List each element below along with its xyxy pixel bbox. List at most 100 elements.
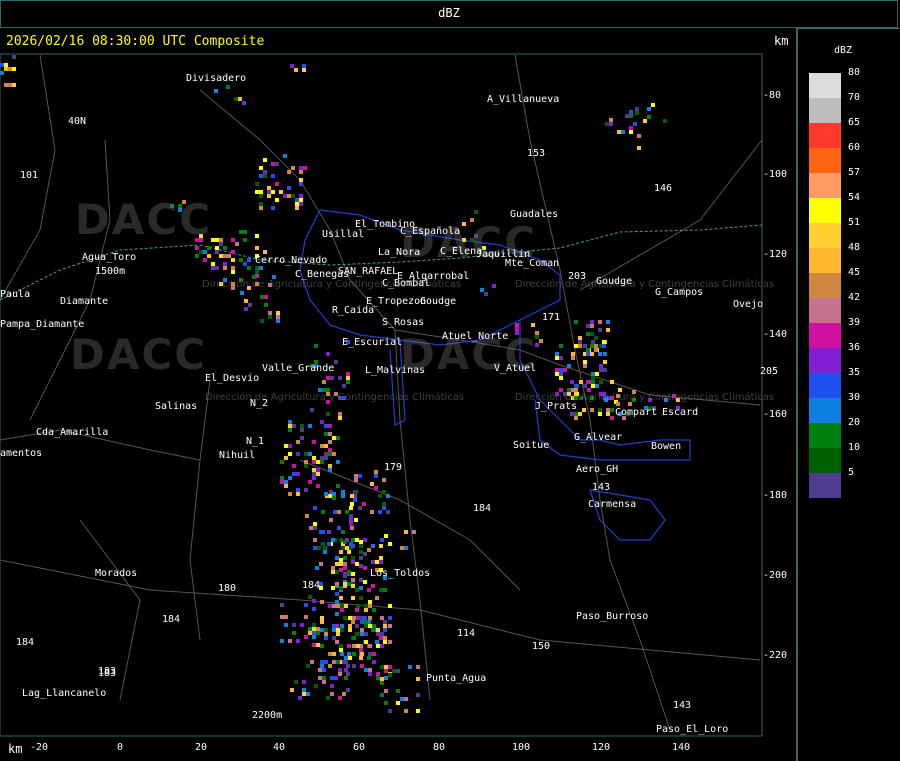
echo-cell [374,474,378,478]
echo-cell [330,376,334,380]
echo-cell [351,578,355,582]
echo-cell [364,668,368,672]
echo-cell [605,122,609,126]
y-axis-tick-label: -120 [763,249,788,260]
echo-cell [336,460,340,464]
echo-cell [363,566,367,570]
legend-swatch [809,273,841,298]
echo-cell [359,556,363,560]
echo-cell [316,643,320,647]
echo-cell [368,668,372,672]
echo-cell [586,332,590,336]
echo-cell [295,198,299,202]
echo-cell [322,668,326,672]
echo-cell [314,684,318,688]
legend-swatch [809,398,841,423]
echo-cell [355,588,359,592]
echo-cell [243,238,247,242]
echo-cell [280,476,284,480]
echo-cell [343,616,347,620]
echo-cell [243,262,247,266]
echo-cell [354,474,358,478]
echo-cell [294,68,298,72]
legend-swatch [809,248,841,273]
echo-cell [567,364,571,368]
echo-cell [312,635,316,639]
road-line [579,139,763,291]
echo-cell [590,408,594,412]
echo-cell [384,534,388,538]
echo-cell [570,412,574,416]
echo-cell [364,620,368,624]
place-label: C_Española [400,226,461,237]
echo-cell [255,190,259,194]
echo-cell [287,170,291,174]
place-label: 1500m [95,266,126,277]
echo-cell [244,307,248,311]
echo-cell [308,424,312,428]
echo-cell [302,692,306,696]
echo-cell [320,600,324,604]
echo-cell [353,498,357,502]
echo-cell [586,352,590,356]
echo-cell [339,558,343,562]
echo-cell [12,83,16,87]
echo-cell [364,640,368,644]
echo-cell [299,170,303,174]
echo-cell [345,510,349,514]
echo-cell [380,632,384,636]
echo-cell [359,578,363,582]
echo-cell [326,696,330,700]
echo-cell [625,114,629,118]
echo-cell [332,628,336,632]
echo-cell [304,452,308,456]
echo-cell [368,600,372,604]
echo-cell [340,608,344,612]
place-label: Cerro_Nevado [255,255,328,266]
echo-cell [416,693,420,697]
echo-cell [346,688,350,692]
echo-cell [304,488,308,492]
echo-cell [324,424,328,428]
echo-cell [235,242,239,246]
place-label: 40N [68,116,87,127]
echo-cell [598,352,602,356]
echo-cell [376,676,380,680]
echo-cell [647,107,651,111]
x-axis-tick-label: 0 [117,742,124,753]
echo-cell [320,620,324,624]
echo-cell [351,620,355,624]
echo-cell [317,546,321,550]
echo-cell [368,616,372,620]
echo-cell [339,568,343,572]
echo-cell [594,336,598,340]
dacc-watermark: DACC [75,195,213,244]
echo-cell [346,376,350,380]
echo-cell [352,652,356,656]
echo-cell [363,616,367,620]
place-label: 203 [568,271,587,282]
x-axis-tick-label: 140 [672,742,691,753]
echo-cell [598,412,602,416]
echo-cell [371,628,375,632]
echo-cell [320,444,324,448]
echo-cell [316,484,320,488]
echo-cell [223,246,227,250]
echo-cell [351,584,355,588]
echo-cell [231,258,235,262]
echo-cell [339,648,343,652]
echo-cell [578,336,582,340]
echo-cell [259,190,263,194]
echo-cell [354,478,358,482]
echo-cell [299,194,303,198]
echo-cell [404,530,408,534]
echo-cell [378,510,382,514]
legend-swatch [809,223,841,248]
place-label: Diamante [60,296,109,307]
echo-cell [492,284,496,288]
place-label: Ovejo [733,299,764,310]
echo-cell [238,97,242,101]
echo-cell [392,669,396,673]
echo-cell [363,538,367,542]
echo-cell [255,270,259,274]
